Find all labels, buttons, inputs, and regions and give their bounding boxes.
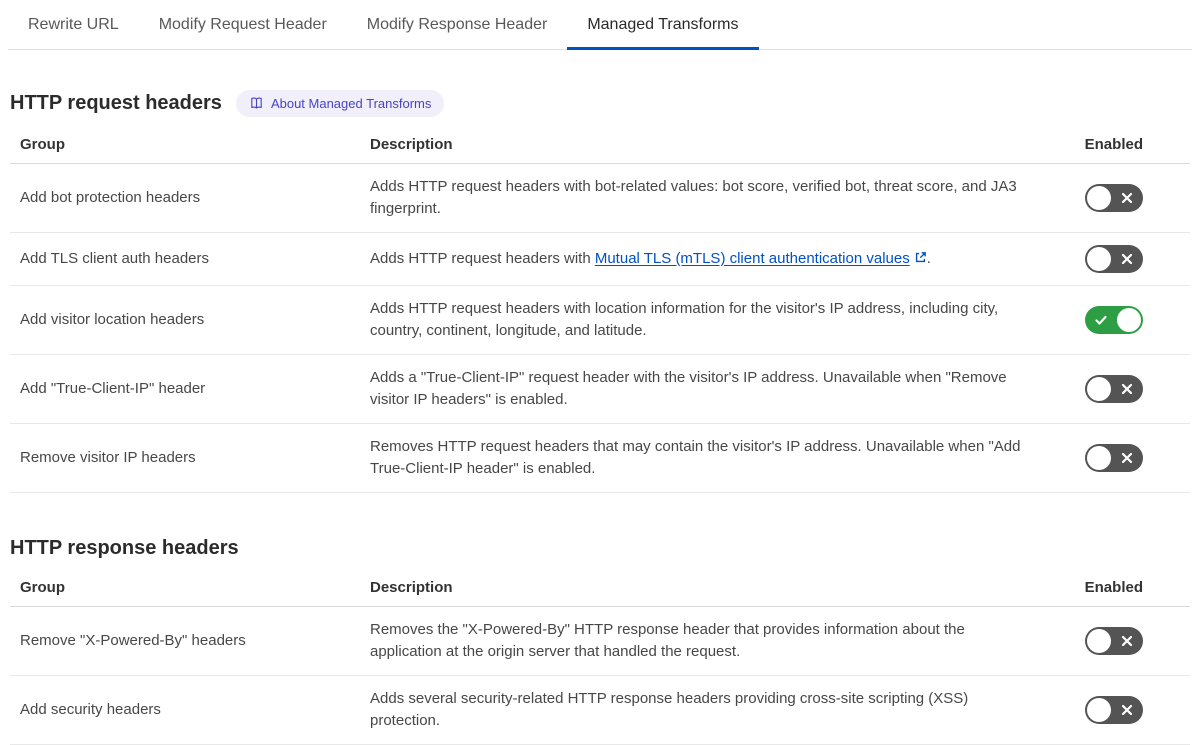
enabled-cell [1055, 354, 1190, 424]
toggle-knob [1087, 698, 1111, 722]
toggle-add-security-headers[interactable] [1085, 696, 1143, 724]
request-headers-table: Group Description Enabled Add bot protec… [10, 130, 1190, 493]
section-title: HTTP response headers [10, 537, 239, 559]
group-cell: Add "True-Client-IP" header [10, 354, 360, 424]
external-link-icon [914, 249, 927, 271]
column-header-group: Group [10, 130, 360, 164]
response-section-header: HTTP response headers [10, 537, 1190, 560]
group-cell: Add bot protection headers [10, 163, 360, 233]
tab-rewrite-url[interactable]: Rewrite URL [8, 0, 139, 49]
description-cell: Adds a "True-Client-IP" request header w… [360, 354, 1055, 424]
group-cell: Remove "X-Powered-By" headers [10, 606, 360, 676]
toggle-add-bot-protection-headers[interactable] [1085, 184, 1143, 212]
x-icon [1120, 451, 1134, 465]
group-cell: Add visitor location headers [10, 285, 360, 355]
column-header-enabled: Enabled [1055, 130, 1190, 164]
column-header-description: Description [360, 130, 1055, 164]
x-icon [1120, 703, 1134, 717]
managed-transforms-page: Rewrite URL Modify Request Header Modify R… [0, 0, 1200, 745]
book-icon [249, 96, 264, 111]
group-cell: Remove visitor IP headers [10, 423, 360, 493]
tab-modify-response-header[interactable]: Modify Response Header [347, 0, 568, 49]
toggle-add-visitor-location-headers[interactable] [1085, 306, 1143, 334]
description-cell: Removes the "X-Powered-By" HTTP response… [360, 606, 1055, 676]
enabled-cell [1055, 163, 1190, 233]
table-row: Add "True-Client-IP" header Adds a "True-… [10, 354, 1190, 424]
column-header-group: Group [10, 573, 360, 607]
description-cell: Adds HTTP request headers with bot-relat… [360, 163, 1055, 233]
table-header-row: Group Description Enabled [10, 573, 1190, 607]
toggle-knob [1087, 446, 1111, 470]
http-response-headers-section: HTTP response headers Group Description … [10, 537, 1190, 745]
enabled-cell [1055, 675, 1190, 745]
toggle-remove-x-powered-by-headers[interactable] [1085, 627, 1143, 655]
column-header-enabled: Enabled [1055, 573, 1190, 607]
table-row: Add bot protection headers Adds HTTP requ… [10, 163, 1190, 233]
http-request-headers-section: HTTP request headers About Managed Trans… [10, 90, 1190, 493]
toggle-knob [1087, 186, 1111, 210]
toggle-add-tls-client-auth-headers[interactable] [1085, 245, 1143, 273]
table-header-row: Group Description Enabled [10, 130, 1190, 164]
table-row: Remove "X-Powered-By" headers Removes the… [10, 606, 1190, 676]
x-icon [1120, 382, 1134, 396]
description-cell: Adds HTTP request headers with location … [360, 285, 1055, 355]
about-managed-transforms-link[interactable]: About Managed Transforms [235, 90, 445, 117]
tab-managed-transforms[interactable]: Managed Transforms [567, 0, 759, 50]
response-headers-table: Group Description Enabled Remove "X-Powe… [10, 573, 1190, 745]
enabled-cell [1055, 606, 1190, 676]
column-header-description: Description [360, 573, 1055, 607]
enabled-cell [1055, 232, 1190, 286]
tab-bar: Rewrite URL Modify Request Header Modify R… [8, 0, 1192, 50]
x-icon [1120, 191, 1134, 205]
x-icon [1120, 252, 1134, 266]
toggle-knob [1117, 308, 1141, 332]
table-row: Add visitor location headers Adds HTTP re… [10, 285, 1190, 355]
toggle-remove-visitor-ip-headers[interactable] [1085, 444, 1143, 472]
tab-modify-request-header[interactable]: Modify Request Header [139, 0, 347, 49]
group-cell: Add TLS client auth headers [10, 232, 360, 286]
about-link-label: About Managed Transforms [270, 96, 432, 111]
description-cell: Adds several security-related HTTP respo… [360, 675, 1055, 745]
section-title: HTTP request headers [10, 92, 222, 114]
toggle-knob [1087, 629, 1111, 653]
enabled-cell [1055, 423, 1190, 493]
x-icon [1120, 634, 1134, 648]
description-cell: Adds HTTP request headers with Mutual TL… [360, 232, 1055, 286]
toggle-knob [1087, 247, 1111, 271]
table-row: Add security headers Adds several securit… [10, 675, 1190, 745]
group-cell: Add security headers [10, 675, 360, 745]
check-icon [1094, 313, 1108, 327]
request-section-header: HTTP request headers About Managed Trans… [10, 90, 1190, 117]
enabled-cell [1055, 285, 1190, 355]
toggle-knob [1087, 377, 1111, 401]
toggle-add-true-client-ip-header[interactable] [1085, 375, 1143, 403]
description-link[interactable]: Mutual TLS (mTLS) client authentication … [595, 250, 910, 267]
description-cell: Removes HTTP request headers that may co… [360, 423, 1055, 493]
table-row: Add TLS client auth headers Adds HTTP req… [10, 232, 1190, 286]
table-row: Remove visitor IP headers Removes HTTP re… [10, 423, 1190, 493]
content-area: HTTP request headers About Managed Trans… [0, 90, 1200, 745]
